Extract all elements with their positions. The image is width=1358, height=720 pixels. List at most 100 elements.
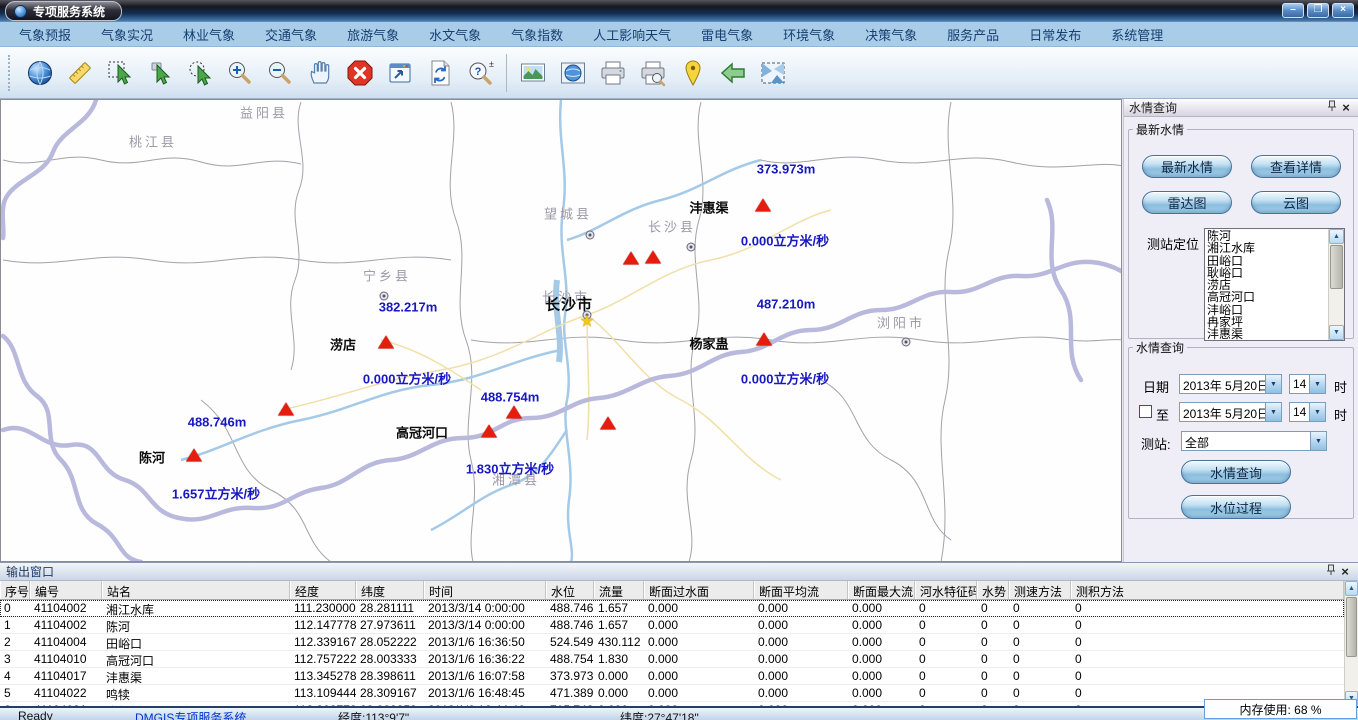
- view-details-button[interactable]: 查看详情: [1251, 155, 1341, 178]
- column-header[interactable]: 水势: [977, 581, 1009, 599]
- menu-item-11[interactable]: 决策气象: [850, 25, 932, 44]
- column-header[interactable]: 序号: [0, 581, 30, 599]
- table-row[interactable]: 241104004田峪口112.33916728.0522222013/1/6 …: [0, 634, 1344, 651]
- stop-button[interactable]: [340, 51, 380, 95]
- scroll-thumb[interactable]: [1346, 597, 1357, 657]
- pin-icon[interactable]: [1325, 100, 1339, 115]
- pan-button[interactable]: [300, 51, 340, 95]
- column-header[interactable]: 测积方法: [1071, 581, 1344, 599]
- combo-arrow-icon[interactable]: ▼: [1309, 375, 1325, 393]
- menu-item-13[interactable]: 日常发布: [1014, 25, 1096, 44]
- station-listbox[interactable]: 陈河湘江水库田峪口耿峪口涝店高冠河口沣峪口冉家坪沣惠渠 ▲ ▼: [1204, 228, 1345, 341]
- list-item[interactable]: 湘江水库: [1207, 242, 1328, 254]
- table-scrollbar[interactable]: ▲ ▼: [1344, 581, 1358, 706]
- menu-item-4[interactable]: 交通气象: [250, 25, 332, 44]
- listbox-scrollbar[interactable]: ▲ ▼: [1328, 229, 1344, 340]
- date-from-combo[interactable]: 2013年 5月20日▼: [1179, 374, 1282, 394]
- panel-close-icon[interactable]: ×: [1339, 100, 1353, 115]
- menu-item-5[interactable]: 旅游气象: [332, 25, 414, 44]
- full-extent-button[interactable]: [380, 51, 420, 95]
- measure-tool-button[interactable]: [60, 51, 100, 95]
- zoom-in-button[interactable]: [220, 51, 260, 95]
- menu-item-1[interactable]: 气象预报: [4, 25, 86, 44]
- column-header[interactable]: 测速方法: [1009, 581, 1071, 599]
- water-level-process-button[interactable]: 水位过程: [1181, 495, 1291, 519]
- go-back-button[interactable]: [713, 51, 753, 95]
- menu-item-10[interactable]: 环境气象: [768, 25, 850, 44]
- table-row[interactable]: 041104002湘江水库111.23000028.2811112013/3/1…: [0, 600, 1344, 617]
- select-circle-button[interactable]: [180, 51, 220, 95]
- column-header[interactable]: 水位: [546, 581, 594, 599]
- menu-item-2[interactable]: 气象实况: [86, 25, 168, 44]
- water-query-button[interactable]: 水情查询: [1181, 460, 1291, 484]
- station-marker-triangle[interactable]: [755, 199, 771, 212]
- scroll-down-icon[interactable]: ▼: [1329, 325, 1344, 340]
- select-element-button[interactable]: [140, 51, 180, 95]
- station-marker-triangle[interactable]: [481, 425, 497, 438]
- toolbar-grip[interactable]: [8, 55, 12, 91]
- menu-item-8[interactable]: 人工影响天气: [578, 25, 686, 44]
- scroll-thumb[interactable]: [1330, 245, 1343, 289]
- menu-item-9[interactable]: 雷电气象: [686, 25, 768, 44]
- map-canvas[interactable]: 益阳县桃江县宁乡县望城县长沙县浏阳市湘潭县长沙市长沙市沣惠渠涝店陈河高冠河口杨家…: [0, 99, 1122, 562]
- station-marker-triangle[interactable]: [756, 333, 772, 346]
- combo-arrow-icon[interactable]: ▼: [1309, 403, 1325, 421]
- minimize-button[interactable]: –: [1282, 3, 1304, 18]
- date-to-combo[interactable]: 2013年 5月20日▼: [1179, 402, 1282, 422]
- close-button[interactable]: ×: [1332, 3, 1354, 18]
- menu-item-7[interactable]: 气象指数: [496, 25, 578, 44]
- combo-arrow-icon[interactable]: ▼: [1310, 432, 1326, 450]
- radar-chart-button[interactable]: 雷达图: [1142, 191, 1232, 214]
- column-header[interactable]: 断面最大流: [848, 581, 915, 599]
- select-features-button[interactable]: [100, 51, 140, 95]
- save-map-button[interactable]: [553, 51, 593, 95]
- column-header[interactable]: 纬度: [356, 581, 424, 599]
- table-row[interactable]: 341104010高冠河口112.75722228.0033332013/1/6…: [0, 651, 1344, 668]
- print-preview-button[interactable]: [633, 51, 673, 95]
- to-checkbox[interactable]: [1139, 405, 1152, 418]
- station-marker-triangle[interactable]: [378, 336, 394, 349]
- menu-item-3[interactable]: 林业气象: [168, 25, 250, 44]
- column-header[interactable]: 站名: [102, 581, 290, 599]
- globe-tool-button[interactable]: [20, 51, 60, 95]
- table-row[interactable]: 541104022鸣犊113.10944428.3091672013/1/6 1…: [0, 685, 1344, 702]
- menu-item-14[interactable]: 系统管理: [1096, 25, 1178, 44]
- station-combo[interactable]: 全部▼: [1181, 431, 1327, 451]
- list-item[interactable]: 高冠河口: [1207, 291, 1328, 303]
- locate-pin-button[interactable]: [673, 51, 713, 95]
- hour-to-combo[interactable]: 14▼: [1289, 402, 1326, 422]
- station-marker-triangle[interactable]: [506, 406, 522, 419]
- overview-map-button[interactable]: [753, 51, 793, 95]
- column-header[interactable]: 经度: [290, 581, 356, 599]
- column-header[interactable]: 断面过水面: [644, 581, 754, 599]
- cloud-image-button[interactable]: 云图: [1251, 191, 1341, 214]
- pin-icon[interactable]: [1324, 564, 1338, 579]
- maximize-button[interactable]: ❐: [1307, 3, 1329, 18]
- scroll-up-icon[interactable]: ▲: [1329, 229, 1344, 244]
- menu-item-12[interactable]: 服务产品: [932, 25, 1014, 44]
- combo-arrow-icon[interactable]: ▼: [1265, 403, 1281, 421]
- station-marker-triangle[interactable]: [600, 417, 616, 430]
- scroll-up-icon[interactable]: ▲: [1345, 581, 1358, 596]
- combo-arrow-icon[interactable]: ▼: [1265, 375, 1281, 393]
- refresh-button[interactable]: [420, 51, 460, 95]
- column-header[interactable]: 时间: [424, 581, 546, 599]
- menu-item-6[interactable]: 水文气象: [414, 25, 496, 44]
- identify-button[interactable]: ?±: [460, 51, 500, 95]
- hour-from-combo[interactable]: 14▼: [1289, 374, 1326, 394]
- column-header[interactable]: 流量: [594, 581, 644, 599]
- print-button[interactable]: [593, 51, 633, 95]
- export-image-button[interactable]: [513, 51, 553, 95]
- station-marker-triangle[interactable]: [278, 403, 294, 416]
- output-close-icon[interactable]: ×: [1338, 564, 1352, 579]
- latest-water-button[interactable]: 最新水情: [1142, 155, 1232, 178]
- column-header[interactable]: 河水特征码: [915, 581, 977, 599]
- station-marker-triangle[interactable]: [186, 449, 202, 462]
- station-marker-triangle[interactable]: [645, 251, 661, 264]
- column-header[interactable]: 断面平均流: [754, 581, 848, 599]
- column-header[interactable]: 编号: [30, 581, 102, 599]
- station-marker-triangle[interactable]: [623, 252, 639, 265]
- table-row[interactable]: 141104002陈河112.14777827.9736112013/3/14 …: [0, 617, 1344, 634]
- zoom-out-button[interactable]: [260, 51, 300, 95]
- table-row[interactable]: 441104017沣惠渠113.34527828.3986112013/1/6 …: [0, 668, 1344, 685]
